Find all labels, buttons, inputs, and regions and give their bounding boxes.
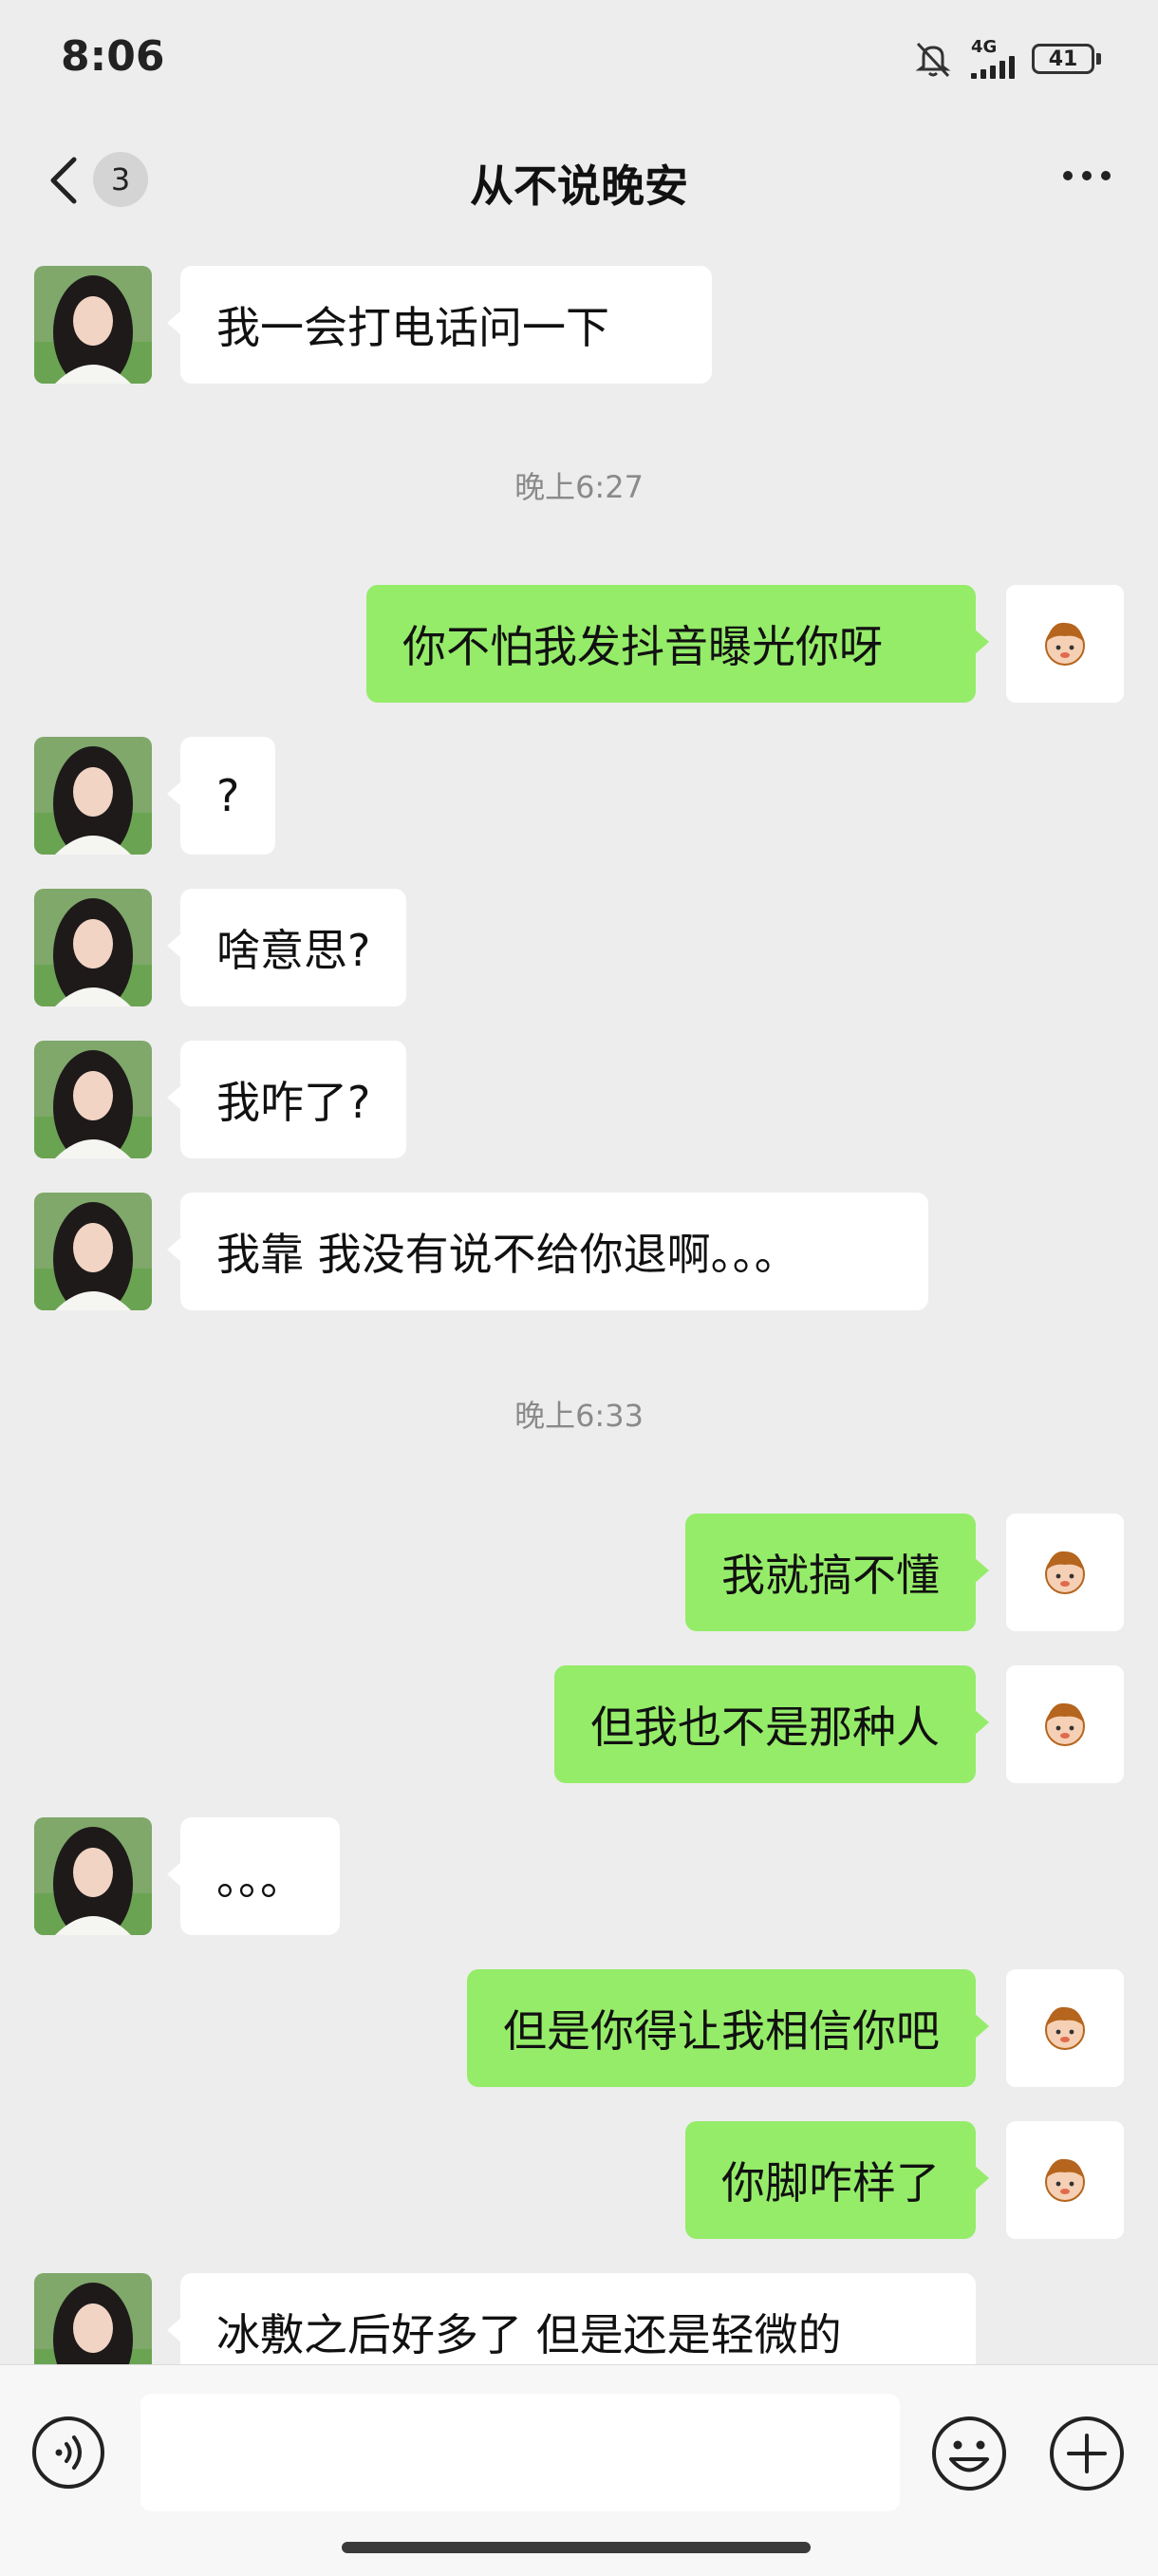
battery-level: 41 xyxy=(1032,44,1094,74)
user-avatar[interactable] xyxy=(1006,585,1124,703)
network-type: 4G xyxy=(971,37,998,57)
input-bar xyxy=(0,2364,1158,2576)
user-avatar[interactable] xyxy=(1006,2121,1124,2239)
contact-avatar[interactable] xyxy=(34,1817,152,1935)
message-bubble[interactable]: 冰敷之后好多了 但是还是轻微的 xyxy=(167,2273,976,2364)
more-options-icon[interactable] xyxy=(1063,171,1111,180)
bell-muted-icon xyxy=(915,42,951,78)
contact-avatar[interactable] xyxy=(34,2273,152,2364)
battery-icon: 41 xyxy=(1032,44,1101,74)
message-list[interactable]: 我一会打电话问一下 晚上6:27 你不怕我发抖音曝光你呀 ? 啥意思? 我咋了?… xyxy=(0,237,1158,2364)
message-bubble[interactable]: 。。。 xyxy=(167,1817,340,1935)
message-bubble[interactable]: 我咋了? xyxy=(166,1041,407,1158)
message-bubble[interactable]: 我就搞不懂 xyxy=(685,1514,989,1631)
status-time: 8:06 xyxy=(61,32,165,81)
voice-input-icon[interactable] xyxy=(30,2415,106,2491)
status-icons: 4G 41 xyxy=(912,38,1101,80)
message-bubble[interactable]: 但是你得让我相信你吧 xyxy=(467,1969,989,2087)
message-bubble[interactable]: 我靠 我没有说不给你退啊。。。 xyxy=(167,1193,928,1310)
chat-title: 从不说晚安 xyxy=(470,160,688,212)
message-bubble[interactable]: 啥意思? xyxy=(166,889,407,1006)
message-bubble[interactable]: ? xyxy=(166,737,276,855)
contact-avatar[interactable] xyxy=(34,889,152,1006)
contact-avatar[interactable] xyxy=(34,1041,152,1158)
status-bar: 8:06 4G 41 xyxy=(0,0,1158,123)
emoji-icon[interactable] xyxy=(930,2415,1008,2492)
user-avatar[interactable] xyxy=(1006,1514,1124,1631)
message-bubble[interactable]: 你脚咋样了 xyxy=(685,2121,989,2239)
user-avatar[interactable] xyxy=(1006,1969,1124,2087)
message-bubble[interactable]: 你不怕我发抖音曝光你呀 xyxy=(366,585,989,703)
chat-header: 3 从不说晚安 xyxy=(0,123,1158,237)
contact-avatar[interactable] xyxy=(34,737,152,855)
message-timestamp: 晚上6:27 xyxy=(514,469,644,505)
contact-avatar[interactable] xyxy=(34,1193,152,1310)
home-indicator[interactable] xyxy=(342,2542,811,2553)
plus-icon[interactable] xyxy=(1048,2415,1126,2492)
message-input[interactable] xyxy=(140,2394,900,2511)
signal-bars-icon xyxy=(971,56,1015,79)
message-timestamp: 晚上6:33 xyxy=(514,1398,644,1434)
message-bubble[interactable]: 我一会打电话问一下 xyxy=(167,266,712,384)
message-bubble[interactable]: 但我也不是那种人 xyxy=(554,1665,989,1783)
contact-avatar[interactable] xyxy=(34,266,152,384)
user-avatar[interactable] xyxy=(1006,1665,1124,1783)
signal-indicator: 4G xyxy=(971,39,1015,79)
